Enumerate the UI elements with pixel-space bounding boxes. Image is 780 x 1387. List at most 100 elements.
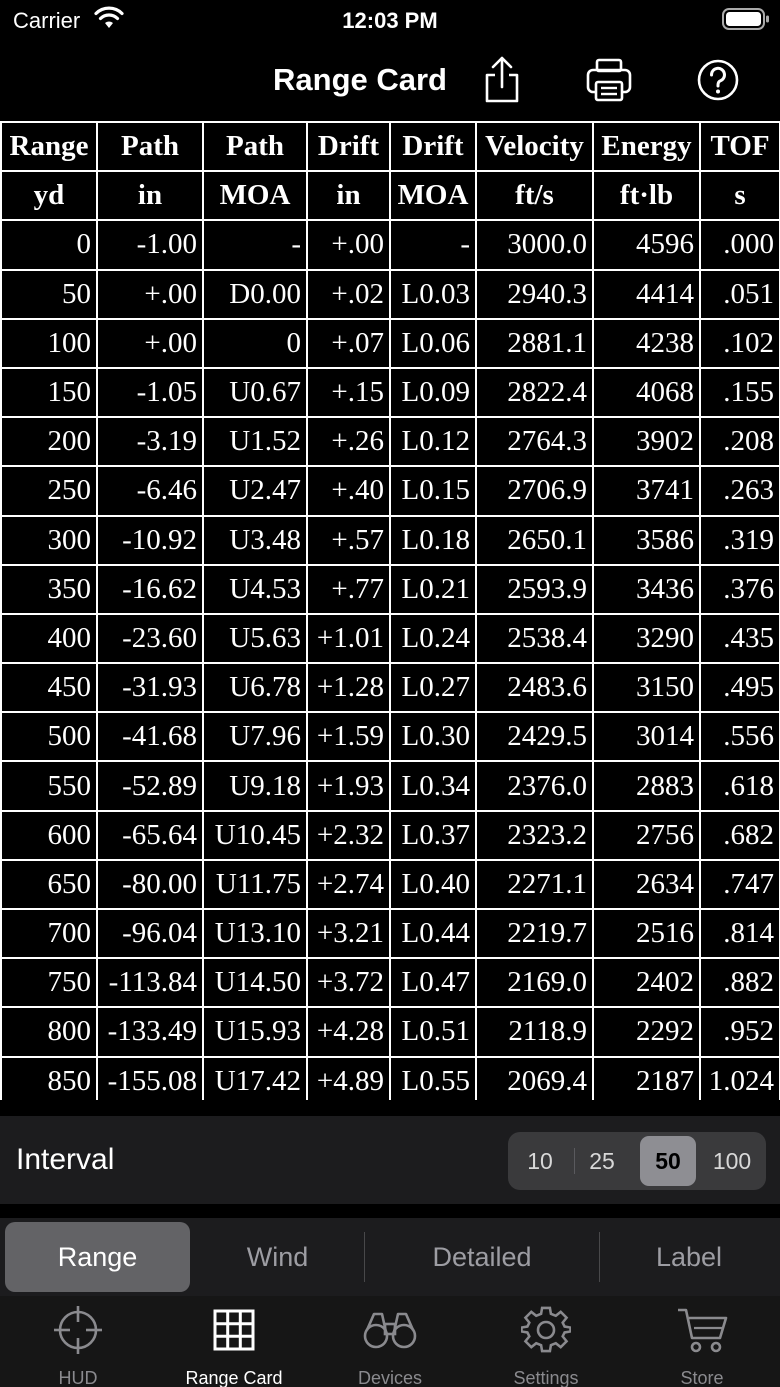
table-cell: -31.93 [96,662,204,714]
interval-option-10[interactable]: 10 [512,1136,568,1186]
table-cell: - [389,219,477,271]
table-cell: 50 [0,268,98,320]
table-row: 850 -155.08 U17.42 +4.89 L0.55 2069.4 2187 1.02… [0,1055,780,1100]
help-button[interactable] [693,54,743,106]
table-cell: 3586 [592,514,701,566]
table-row: 300 -10.92 U3.48 +.57 L0.18 2650.1 3586.319 [0,514,780,566]
column-unit: MOA [389,170,477,222]
tabbar-item-store[interactable]: Store [624,1304,780,1387]
tab-wind[interactable]: Wind [190,1222,365,1292]
print-button[interactable] [584,54,634,106]
table-cell: +.57 [306,514,391,566]
table-cell: U6.78 [202,662,308,714]
table-cell: +.00 [96,268,204,320]
table-cell: L0.18 [389,514,477,566]
range-card-table: Range Path Path Drift Drift Velocity Ene… [0,121,780,1100]
table-row: 700 -96.04 U13.10 +3.21 L0.44 2219.7 2516.814 [0,907,780,960]
bottom-tab-bar: HUD Range Card Devices Settings Store [0,1296,780,1387]
interval-option-25[interactable]: 25 [574,1136,630,1186]
tab-label[interactable]: Label [600,1222,778,1292]
table-cell: U0.67 [202,366,308,419]
table-cell: L0.12 [389,416,477,468]
table-row: 0 -1.00- +.00-3000.0 4596.000 [0,219,780,271]
table-cell: +.07 [306,317,391,369]
table-cell: -10.92 [96,514,204,566]
table-cell: L0.44 [389,907,477,960]
interval-panel: Interval 10 25 50 100 [0,1116,780,1204]
share-button[interactable] [477,54,527,106]
table-cell: 2187 [592,1055,701,1100]
table-cell: 2292 [592,1006,701,1058]
table-cell: U13.10 [202,907,308,960]
table-cell: - [202,219,308,271]
table-cell: 2706.9 [475,465,594,517]
table-cell: 2069.4 [475,1055,594,1100]
interval-option-100[interactable]: 100 [704,1136,760,1186]
table-cell: 150 [0,366,98,419]
interval-option-50[interactable]: 50 [640,1136,696,1186]
table-cell: +3.72 [306,957,391,1009]
table-cell: U3.48 [202,514,308,566]
table-cell: .102 [699,317,780,369]
column-header: Range [0,121,98,173]
table-cell: .376 [699,563,780,615]
card-mode-tabs: Range Wind Detailed Label [0,1218,780,1296]
tabbar-item-devices[interactable]: Devices [312,1304,468,1387]
table-cell: 3150 [592,662,701,714]
column-header: Path [202,121,308,173]
table-cell: L0.40 [389,858,477,911]
column-header: Path [96,121,204,173]
table-cell: L0.03 [389,268,477,320]
table-cell: 2883 [592,760,701,812]
table-cell: +1.59 [306,711,391,763]
tabbar-item-range-card[interactable]: Range Card [156,1304,312,1387]
table-row: 800 -133.49 U15.93 +4.28 L0.51 2118.9 2292.952 [0,1006,780,1058]
table-cell: +4.89 [306,1055,391,1100]
table-cell: .263 [699,465,780,517]
help-icon [697,59,739,101]
table-cell: L0.51 [389,1006,477,1058]
table-row: 150 -1.05 U0.67 +.15 L0.09 2822.4 4068.155 [0,366,780,419]
table-cell: L0.24 [389,612,477,665]
table-cell: -133.49 [96,1006,204,1058]
table-cell: 2881.1 [475,317,594,369]
tab-range[interactable]: Range [5,1222,190,1292]
tabbar-item-settings[interactable]: Settings [468,1304,624,1387]
table-cell: 800 [0,1006,98,1058]
table-cell: .435 [699,612,780,665]
grid-icon [213,1309,255,1351]
table-cell: 850 [0,1055,98,1100]
table-cell: D0.00 [202,268,308,320]
table-cell: L0.09 [389,366,477,419]
table-cell: L0.55 [389,1055,477,1100]
binoculars-icon [363,1312,417,1349]
table-cell: 300 [0,514,98,566]
navigation-bar: Range Card [0,44,780,116]
table-cell: +1.28 [306,662,391,714]
range-card-table-container[interactable]: Range Path Path Drift Drift Velocity Ene… [0,121,780,1100]
header-row-titles: Range Path Path Drift Drift Velocity Ene… [0,121,780,173]
table-cell: 2169.0 [475,957,594,1009]
table-cell: -1.05 [96,366,204,419]
column-unit: MOA [202,170,308,222]
table-cell: 600 [0,809,98,861]
column-unit: ft/s [475,170,594,222]
table-cell: U11.75 [202,858,308,911]
column-header: Velocity [475,121,594,173]
interval-label: Interval [16,1143,115,1176]
tabbar-item-hud[interactable]: HUD [0,1304,156,1387]
column-unit: in [306,170,391,222]
table-cell: U14.50 [202,957,308,1009]
table-cell: L0.27 [389,662,477,714]
table-cell: +2.74 [306,858,391,911]
tab-detailed[interactable]: Detailed [365,1222,599,1292]
table-cell: 3741 [592,465,701,517]
table-row: 650 -80.00 U11.75 +2.74 L0.40 2271.1 2634.747 [0,858,780,911]
cart-icon [678,1308,728,1353]
table-cell: U5.63 [202,612,308,665]
table-cell: L0.37 [389,809,477,861]
table-cell: .495 [699,662,780,714]
table-cell: .155 [699,366,780,419]
table-cell: -23.60 [96,612,204,665]
interval-segmented-control: 10 25 50 100 [508,1132,766,1190]
